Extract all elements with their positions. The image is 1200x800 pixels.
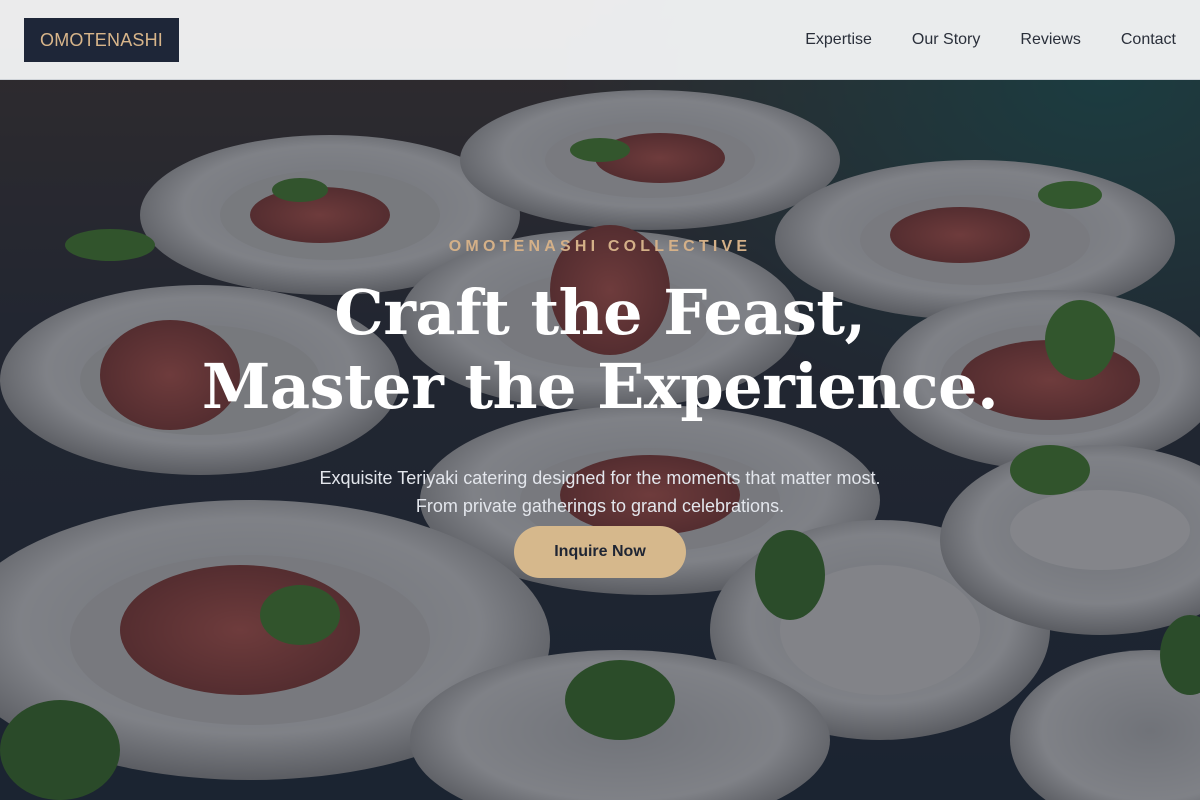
hero-headline: Craft the Feast, Master the Experience. (0, 276, 1200, 424)
hero-headline-line1: Craft the Feast, (334, 276, 866, 349)
hero-section: OMOTENASHI COLLECTIVE Craft the Feast, M… (0, 0, 1200, 800)
brand-logo[interactable]: OMOTENASHI (24, 18, 180, 62)
nav-menu: Expertise Our Story Reviews Contact (805, 0, 1176, 80)
hero-subtitle-line2: From private gatherings to grand celebra… (415, 496, 785, 516)
landing-page: OMOTENASHI Expertise Our Story Reviews C… (0, 0, 1200, 800)
top-navbar: OMOTENASHI Expertise Our Story Reviews C… (0, 0, 1200, 80)
hero-headline-line2: Master the Experience. (201, 350, 999, 423)
inquire-now-button[interactable]: Inquire Now (514, 526, 686, 578)
nav-link-reviews[interactable]: Reviews (1020, 31, 1080, 49)
nav-link-contact[interactable]: Contact (1121, 31, 1176, 49)
hero-subtitle: Exquisite Teriyaki catering designed for… (0, 464, 1200, 520)
hero-eyebrow: OMOTENASHI COLLECTIVE (448, 238, 752, 255)
hero-subtitle-line1: Exquisite Teriyaki catering designed for… (319, 468, 881, 488)
nav-link-our-story[interactable]: Our Story (912, 31, 980, 49)
nav-link-expertise[interactable]: Expertise (805, 31, 872, 49)
